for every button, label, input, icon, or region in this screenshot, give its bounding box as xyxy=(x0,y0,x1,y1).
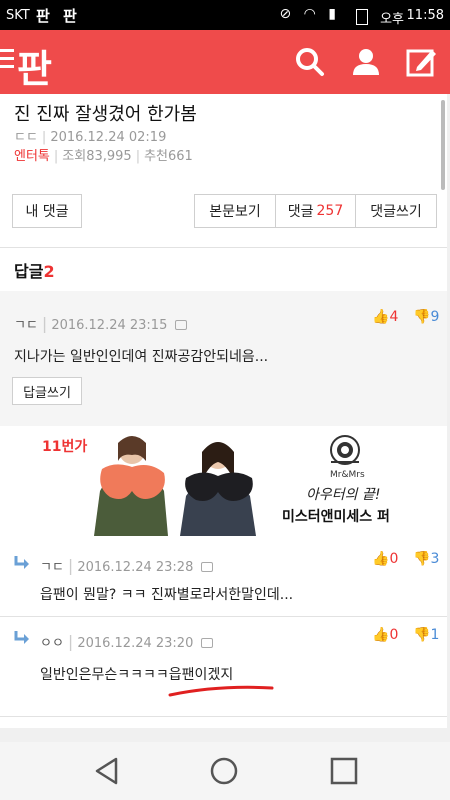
status-bar: SKT 판 판 ⊘ ◠ ▮ 오후 11:58 xyxy=(0,0,450,30)
content-area: 진 진짜 잘생겼어 한가봄 ㄷㄷ | 2016.12.24 02:19 엔터톡 | 조회… xyxy=(0,94,447,728)
thumbs-down-icon: 👎 xyxy=(413,551,431,567)
lock-icon xyxy=(175,320,188,330)
menu-icon[interactable] xyxy=(0,49,14,73)
carrier-label: SKT xyxy=(6,8,30,23)
thumbs-down-icon: 👎 xyxy=(413,627,431,643)
my-comments-button[interactable]: 내 댓글 xyxy=(12,194,82,228)
ad-headline: 아우터의 끝! xyxy=(306,487,381,503)
view-body-button[interactable]: 본문보기 xyxy=(194,194,276,228)
divider xyxy=(0,716,447,717)
post-stats-line: 엔터톡 | 조회83,995 | 추천661 xyxy=(14,149,193,164)
reply-write-button[interactable]: 답글쓰기 xyxy=(12,377,82,405)
reply-author: ㅇㅇ xyxy=(40,636,64,651)
comment-text: 지나가는 일반인인데여 진짜공감안되네음... xyxy=(14,349,269,365)
replies-count: 2 xyxy=(43,262,55,281)
comment-author: ㄱㄷ xyxy=(14,318,38,333)
reply-date: 2016.12.24 23:20 xyxy=(77,636,194,651)
lock-icon xyxy=(201,562,214,572)
post-date: 2016.12.24 02:19 xyxy=(50,130,167,145)
app-header: 판 xyxy=(0,30,450,94)
post-author: ㄷㄷ xyxy=(14,130,38,145)
dislike-count: 1 xyxy=(430,627,440,643)
like-count: 0 xyxy=(389,551,399,567)
system-nav-bar xyxy=(0,742,450,800)
ad-model-image xyxy=(180,442,256,536)
home-icon[interactable] xyxy=(209,756,239,786)
comments-button[interactable]: 댓글 257 xyxy=(275,194,356,228)
notification-app-icons: 판 판 xyxy=(36,7,81,25)
post-category[interactable]: 엔터톡 xyxy=(14,149,50,164)
like-count: 0 xyxy=(389,627,399,643)
ad-model-image xyxy=(94,436,168,536)
search-icon[interactable] xyxy=(294,46,326,78)
write-comment-button[interactable]: 댓글쓰기 xyxy=(355,194,437,228)
reply-arrow-icon xyxy=(14,556,29,569)
lock-icon xyxy=(201,638,214,648)
comments-button-label: 댓글 xyxy=(287,204,314,220)
user-icon[interactable] xyxy=(350,46,382,78)
reply-meta: ㄱㄷ | 2016.12.24 23:28 xyxy=(40,556,214,575)
reply-meta: ㅇㅇ | 2016.12.24 23:20 xyxy=(40,632,214,651)
post-meta-line: ㄷㄷ | 2016.12.24 02:19 xyxy=(14,130,167,145)
reply-author: ㄱㄷ xyxy=(40,560,64,575)
dislike-button[interactable]: 👎9 xyxy=(413,309,439,325)
time-ampm: 오후 xyxy=(380,12,404,27)
comments-count: 257 xyxy=(316,203,344,219)
red-underline-mark xyxy=(168,685,274,697)
like-button[interactable]: 👍0 xyxy=(372,551,398,567)
dislike-count: 9 xyxy=(430,309,440,325)
reply-text: 읍팬이 뭔말? ㅋㅋ 진짜별로라서한말인데... xyxy=(40,587,294,603)
scrollbar[interactable] xyxy=(441,100,445,190)
system-status-icons: ⊘ ◠ ▮ xyxy=(279,6,340,22)
post-views: 조회83,995 xyxy=(62,149,132,164)
like-count: 4 xyxy=(389,309,399,325)
replies-heading: 답글2 xyxy=(14,258,55,282)
ad-banner[interactable]: 11번가 Mr&Mrs 아우터의 끝! 미스터앤미세스 퍼 xyxy=(0,426,447,536)
back-icon[interactable] xyxy=(92,756,122,786)
app-logo[interactable]: 판 xyxy=(17,38,52,93)
thumbs-up-icon: 👍 xyxy=(372,627,390,643)
thumbs-up-icon: 👍 xyxy=(372,309,390,325)
dislike-button[interactable]: 👎3 xyxy=(413,551,439,567)
ad-logo-text: Mr&Mrs xyxy=(330,470,365,480)
like-button[interactable]: 👍0 xyxy=(372,627,398,643)
write-icon[interactable] xyxy=(405,46,437,78)
divider xyxy=(0,247,447,248)
thumbs-up-icon: 👍 xyxy=(372,551,390,567)
ad-subheadline: 미스터앤미세스 퍼 xyxy=(282,509,390,525)
post-title: 진 진짜 잘생겼어 한가봄 xyxy=(14,104,197,125)
clock: 11:58 xyxy=(406,8,444,23)
comment-date: 2016.12.24 23:15 xyxy=(51,318,168,333)
recent-apps-icon[interactable] xyxy=(329,756,359,786)
main-comment-meta: ㄱㄷ | 2016.12.24 23:15 xyxy=(14,314,188,333)
like-button[interactable]: 👍4 xyxy=(372,309,398,325)
dislike-button[interactable]: 👎1 xyxy=(413,627,439,643)
post-recommends: 추천661 xyxy=(144,149,193,164)
replies-label: 답글 xyxy=(14,262,44,281)
reply-arrow-icon xyxy=(14,631,29,644)
divider xyxy=(0,616,447,617)
thumbs-down-icon: 👎 xyxy=(413,309,431,325)
reply-date: 2016.12.24 23:28 xyxy=(77,560,194,575)
mr-mrs-logo xyxy=(330,435,360,465)
battery-icon xyxy=(356,9,368,25)
dislike-count: 3 xyxy=(430,551,440,567)
reply-text: 일반인은무슨ㅋㅋㅋㅋ읍팬이겠지 xyxy=(40,667,234,683)
